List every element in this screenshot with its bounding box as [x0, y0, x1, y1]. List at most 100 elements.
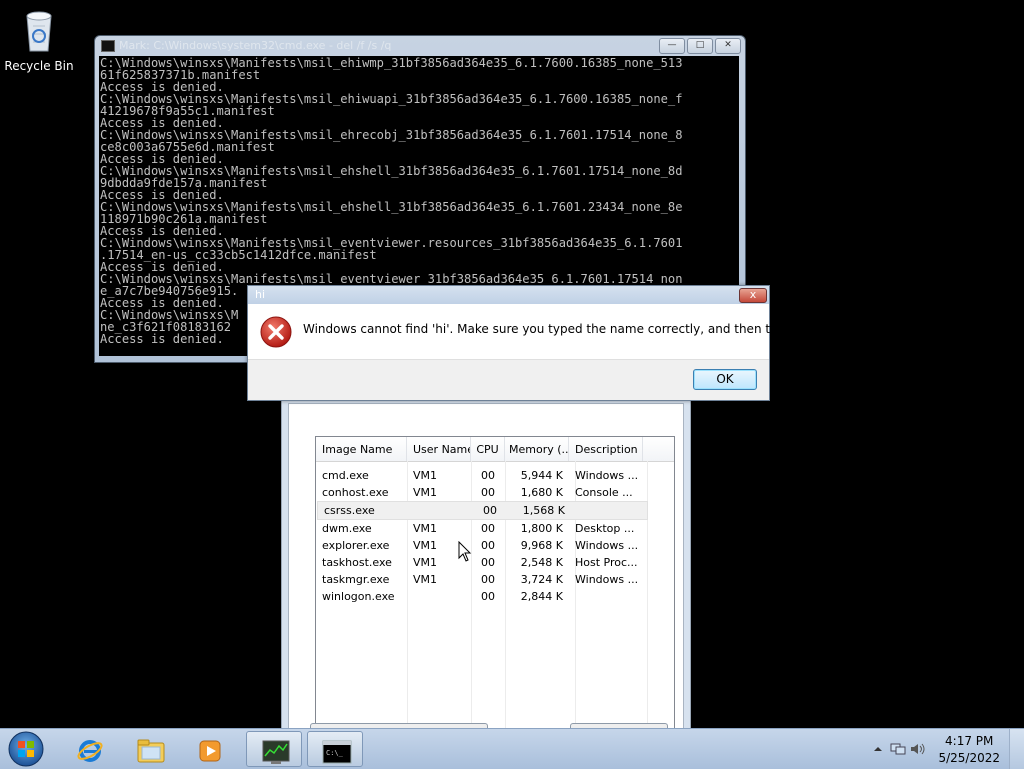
network-icon	[890, 743, 906, 755]
process-cpu: 00	[483, 504, 497, 517]
process-row[interactable]: taskmgr.exe VM1 00 3,724 K Windows ...	[316, 571, 674, 588]
volume-tray-icon[interactable]	[910, 742, 926, 759]
process-cpu: 00	[481, 522, 495, 535]
windows-explorer-icon	[137, 739, 165, 763]
speaker-icon	[911, 743, 925, 755]
process-user-name: VM1	[413, 573, 438, 586]
process-cpu: 00	[481, 556, 495, 569]
process-description	[571, 502, 645, 519]
process-row[interactable]: taskhost.exe VM1 00 2,548 K Host Proc...	[316, 554, 674, 571]
process-memory: 3,724 K	[520, 573, 563, 586]
dialog-footer: OK	[248, 359, 769, 400]
show-desktop-button[interactable]	[1009, 729, 1024, 769]
process-cpu: 00	[481, 539, 495, 552]
process-cpu: 00	[481, 573, 495, 586]
process-image-name: csrss.exe	[324, 504, 375, 517]
process-user-name: VM1	[413, 486, 438, 499]
minimize-button[interactable]: —	[659, 38, 685, 54]
process-image-name: taskhost.exe	[322, 556, 392, 569]
process-description: Host Proc...	[575, 556, 638, 569]
ok-button[interactable]: OK	[693, 369, 757, 390]
process-memory: 2,548 K	[520, 556, 563, 569]
process-row[interactable]: explorer.exe VM1 00 9,968 K Windows ...	[316, 537, 674, 554]
column-image-name[interactable]: Image Name	[316, 437, 407, 461]
process-row[interactable]: winlogon.exe 00 2,844 K	[316, 588, 674, 605]
process-row[interactable]: csrss.exe 00 1,568 K	[317, 501, 648, 520]
process-cpu: 00	[481, 486, 495, 499]
process-description: Desktop ...	[575, 522, 635, 535]
start-button[interactable]	[4, 729, 48, 769]
dialog-titlebar[interactable]: hi x	[248, 286, 769, 304]
cmd-window-title: Mark: C:\Windows\system32\cmd.exe - del …	[119, 39, 392, 52]
command-prompt-icon	[101, 40, 115, 52]
process-row[interactable]: dwm.exe VM1 00 1,800 K Desktop ...	[316, 520, 674, 537]
process-description: Windows ...	[575, 539, 639, 552]
close-icon: x	[749, 288, 757, 301]
mouse-cursor-icon	[458, 541, 472, 562]
process-cpu: 00	[481, 469, 495, 482]
chevron-up-icon	[874, 747, 882, 751]
clock-date: 5/25/2022	[938, 751, 1000, 765]
taskbar: C:\_ 4:17 PM 5/25/2022	[0, 728, 1024, 769]
recycle-bin-desktop-icon[interactable]: Recycle Bin	[4, 6, 74, 73]
taskbar-command-prompt[interactable]: C:\_	[307, 731, 363, 767]
column-cpu[interactable]: CPU	[471, 437, 505, 461]
error-icon	[260, 316, 292, 348]
process-memory: 1,568 K	[522, 504, 565, 517]
taskbar-internet-explorer[interactable]	[62, 731, 118, 767]
process-list-body: cmd.exe VM1 00 5,944 K Windows ... conhost.ex…	[316, 462, 674, 605]
process-memory: 2,844 K	[520, 590, 563, 603]
process-image-name: conhost.exe	[322, 486, 389, 499]
process-description: Console ...	[575, 486, 633, 499]
recycle-bin-label: Recycle Bin	[4, 59, 74, 73]
taskbar-task-manager[interactable]	[246, 731, 302, 767]
maximize-button[interactable]: □	[687, 38, 713, 54]
column-user-name[interactable]: User Name	[407, 437, 471, 461]
cmd-titlebar[interactable]: Mark: C:\Windows\system32\cmd.exe - del …	[95, 36, 745, 56]
process-user-name	[409, 502, 473, 519]
process-description: Windows ...	[575, 469, 639, 482]
show-hidden-icons-button[interactable]	[874, 743, 882, 756]
close-button[interactable]: ✕	[715, 38, 741, 54]
task-manager-icon	[262, 740, 290, 764]
process-list[interactable]: Image Name User Name CPU Memory (... Des…	[315, 436, 675, 734]
svg-text:C:\_: C:\_	[326, 749, 344, 757]
taskbar-media-player[interactable]	[182, 731, 238, 767]
media-player-icon	[199, 740, 221, 762]
column-filler	[643, 437, 673, 461]
process-row[interactable]: cmd.exe VM1 00 5,944 K Windows ...	[316, 467, 674, 484]
process-description: Windows ...	[575, 573, 639, 586]
process-image-name: dwm.exe	[322, 522, 372, 535]
process-memory: 9,968 K	[520, 539, 563, 552]
task-manager-window[interactable]: Image Name User Name CPU Memory (... Des…	[281, 388, 691, 735]
process-image-name: taskmgr.exe	[322, 573, 390, 586]
process-user-name: VM1	[413, 522, 438, 535]
command-prompt-icon: C:\_	[322, 740, 352, 764]
process-memory: 1,800 K	[520, 522, 563, 535]
error-dialog[interactable]: hi x Windows cannot find 'hi'. Make sure…	[247, 285, 823, 401]
console-line: Access is denied.	[100, 332, 224, 346]
column-description[interactable]: Description	[569, 437, 643, 461]
process-memory: 1,680 K	[520, 486, 563, 499]
process-list-header: Image Name User Name CPU Memory (... Des…	[316, 437, 674, 462]
network-tray-icon[interactable]	[890, 742, 906, 759]
process-row[interactable]: conhost.exe VM1 00 1,680 K Console ...	[316, 484, 674, 501]
process-user-name: VM1	[413, 469, 438, 482]
clock-time: 4:17 PM	[945, 734, 994, 748]
process-image-name: explorer.exe	[322, 539, 390, 552]
system-tray: 4:17 PM 5/25/2022	[864, 729, 1024, 769]
dialog-title: hi	[255, 288, 266, 301]
recycle-bin-icon	[26, 11, 52, 52]
process-user-name	[407, 588, 471, 605]
process-cpu: 00	[481, 590, 495, 603]
process-image-name: winlogon.exe	[322, 590, 395, 603]
column-memory[interactable]: Memory (...	[505, 437, 569, 461]
taskbar-clock[interactable]: 4:17 PM 5/25/2022	[938, 733, 1000, 767]
process-description	[569, 588, 643, 605]
dialog-message: Windows cannot find 'hi'. Make sure you …	[303, 322, 823, 336]
dialog-close-button[interactable]: x	[739, 288, 767, 303]
process-image-name: cmd.exe	[322, 469, 369, 482]
process-memory: 5,944 K	[520, 469, 563, 482]
task-manager-processes-panel: Image Name User Name CPU Memory (... Des…	[288, 403, 684, 735]
taskbar-windows-explorer[interactable]	[122, 731, 178, 767]
